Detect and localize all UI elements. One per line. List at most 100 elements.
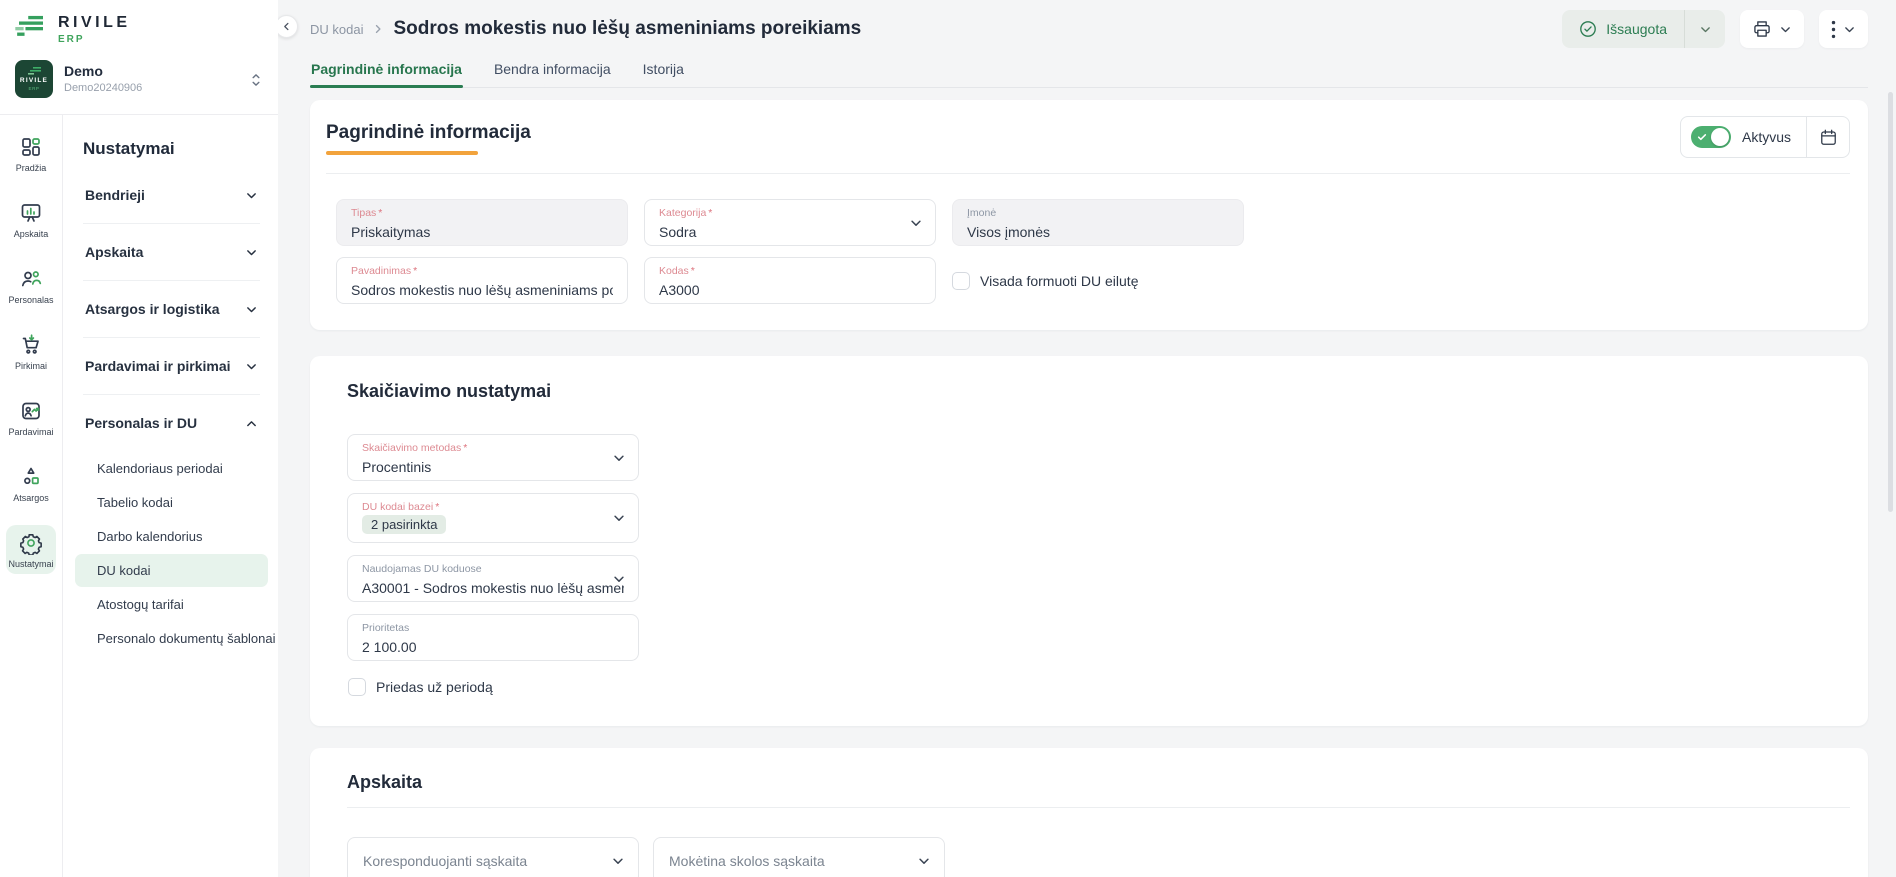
nav-title: Nustatymai [83, 139, 260, 159]
du-line-checkbox[interactable] [952, 272, 970, 290]
save-button-label: Išsaugota [1606, 21, 1667, 37]
kategorija-value: Sodra [659, 224, 921, 240]
people-icon [19, 267, 43, 291]
section-title: Skaičiavimo nustatymai [347, 381, 1850, 402]
left-panel: RIVILE ERP RIVILE ERP Demo Demo20240906 [0, 0, 278, 877]
tile-brand-text: RIVILE [20, 78, 48, 85]
sidebar-item-darbo-kalendorius[interactable]: Darbo kalendorius [75, 520, 268, 553]
tab-pagrindine-informacija[interactable]: Pagrindinė informacija [310, 53, 463, 87]
pavadinimas-value: Sodros mokestis nuo lėšų asmeniniams por… [351, 282, 613, 298]
tab-bendra-informacija[interactable]: Bendra informacija [493, 53, 612, 87]
personalas-du-sublist: Kalendoriaus periodai Tabelio kodai Darb… [75, 452, 268, 655]
sidebar-item-du-kodai[interactable]: DU kodai [75, 554, 268, 587]
accounting-card: Apskaita Koresponduojanti sąskaita Mokėt… [310, 748, 1868, 877]
rail-item-personalas[interactable]: Personalas [6, 261, 56, 310]
chevron-right-icon [372, 23, 384, 35]
chevron-down-icon [245, 246, 258, 259]
more-actions-button[interactable] [1819, 10, 1868, 48]
active-toggle[interactable] [1691, 126, 1731, 148]
nav-group-pardavimai-pirkimai[interactable]: Pardavimai ir pirkimai [83, 338, 260, 394]
kebab-menu-icon [1831, 20, 1836, 39]
koduose-value: A30001 - Sodros mokestis nuo lėšų asmeni… [362, 580, 624, 596]
print-button[interactable] [1740, 10, 1804, 48]
priedas-checkbox[interactable] [348, 678, 366, 696]
check-circle-icon [1579, 20, 1597, 38]
required-asterisk [691, 265, 695, 278]
rail-item-pradzia[interactable]: Pradžia [6, 129, 56, 178]
cart-icon [19, 333, 43, 357]
chevron-down-icon [1779, 23, 1792, 36]
sidebar-item-kalendoriaus-periodai[interactable]: Kalendoriaus periodai [75, 452, 268, 485]
nav-group-atsargos-logistika[interactable]: Atsargos ir logistika [83, 281, 260, 337]
du-kodai-bazei-select[interactable]: DU kodai bazei 2 pasirinkta [347, 493, 639, 543]
kategorija-select[interactable]: Kategorija Sodra [644, 199, 936, 246]
calendar-icon [1819, 128, 1838, 147]
brand-name: RIVILE [58, 15, 131, 31]
nav-group-apskaita[interactable]: Apskaita [83, 224, 260, 280]
save-button[interactable]: Išsaugota [1562, 20, 1684, 38]
koresponduojanti-saskaita-select[interactable]: Koresponduojanti sąskaita [347, 837, 639, 877]
breadcrumb-parent[interactable]: DU kodai [310, 22, 363, 37]
rail-item-pirkimai[interactable]: Pirkimai [6, 327, 56, 376]
priedas-checkbox-row[interactable]: Priedas už periodą [348, 678, 1850, 696]
pavadinimas-field[interactable]: Pavadinimas Sodros mokestis nuo lėšų asm… [336, 257, 628, 304]
sidebar-item-personalo-dokumentu-sablonai[interactable]: Personalo dokumentų šablonai [75, 622, 268, 655]
app-root: RIVILE ERP RIVILE ERP Demo Demo20240906 [0, 0, 1896, 877]
calculation-settings-card: Skaičiavimo nustatymai Skaičiavimo metod… [310, 356, 1868, 726]
rivile-stripes-icon [15, 15, 47, 39]
active-toggle-label: Aktyvus [1742, 129, 1791, 145]
rail-item-pardavimai[interactable]: Pardavimai [6, 393, 56, 442]
rail-item-apskaita[interactable]: Apskaita [6, 195, 56, 244]
tile-product-text: ERP [28, 87, 39, 92]
divider [326, 173, 1850, 174]
active-status-pill: Aktyvus [1680, 116, 1850, 158]
tile-stripes-icon [28, 67, 41, 76]
selected-count-chip: 2 pasirinkta [362, 515, 446, 534]
required-asterisk [378, 207, 382, 220]
scrollbar-thumb[interactable] [1888, 92, 1893, 512]
active-toggle-wrap[interactable]: Aktyvus [1681, 126, 1806, 148]
tab-istorija[interactable]: Istorija [642, 53, 685, 87]
collapse-sidebar-button[interactable] [278, 15, 298, 38]
workspace-tile-logo: RIVILE ERP [15, 60, 53, 98]
kodas-field[interactable]: Kodas A3000 [644, 257, 936, 304]
sidebar-item-atostogu-tarifai[interactable]: Atostogų tarifai [75, 588, 268, 621]
page-header: DU kodai Sodros mokestis nuo lėšų asmeni… [310, 0, 1868, 49]
du-line-checkbox-row[interactable]: Visada formuoti DU eilutę [952, 272, 1138, 290]
prioritetas-value: 2 100.00 [362, 639, 624, 655]
moketina-skolos-saskaita-select[interactable]: Mokėtina skolos sąskaita [653, 837, 945, 877]
tab-bar: Pagrindinė informacija Bendra informacij… [310, 53, 1868, 88]
save-split-button: Išsaugota [1562, 10, 1725, 48]
save-dropdown-button[interactable] [1685, 10, 1725, 48]
rail-item-nustatymai[interactable]: Nustatymai [6, 525, 56, 574]
workspace-sort-icon[interactable] [250, 73, 262, 88]
chart-board-icon [19, 201, 43, 225]
naudojamas-du-koduose-select[interactable]: Naudojamas DU koduose A30001 - Sodros mo… [347, 555, 639, 602]
required-asterisk [463, 442, 467, 455]
imone-value: Visos įmonės [967, 224, 1229, 240]
chevron-down-icon [612, 451, 626, 465]
chevron-down-icon [612, 572, 626, 586]
nav-group-bendrieji[interactable]: Bendrieji [83, 167, 260, 223]
prioritetas-field[interactable]: Prioritetas 2 100.00 [347, 614, 639, 661]
chevron-left-icon [281, 21, 292, 32]
chevron-down-icon [917, 854, 931, 868]
dashboard-icon [19, 135, 43, 159]
nav-group-personalas-du[interactable]: Personalas ir DU [83, 395, 260, 451]
calendar-button[interactable] [1807, 117, 1849, 157]
orange-underline [326, 151, 478, 155]
chevron-down-icon [1843, 23, 1856, 36]
section-title: Pagrindinė informacija [326, 122, 531, 144]
rail-item-atsargos[interactable]: Atsargos [6, 459, 56, 508]
chevron-down-icon [612, 511, 626, 525]
tipas-value: Priskaitymas [351, 224, 613, 240]
chevron-up-icon [245, 417, 258, 430]
imone-field: Įmonė Visos įmonės [952, 199, 1244, 246]
skaiciavimo-metodas-select[interactable]: Skaičiavimo metodas Procentinis [347, 434, 639, 481]
required-asterisk [708, 207, 712, 220]
workspace-switcher[interactable]: RIVILE ERP Demo Demo20240906 [0, 46, 278, 114]
sidebar-item-tabelio-kodai[interactable]: Tabelio kodai [75, 486, 268, 519]
workspace-code: Demo20240906 [64, 82, 142, 94]
kodas-value: A3000 [659, 282, 921, 298]
sales-icon [19, 399, 43, 423]
